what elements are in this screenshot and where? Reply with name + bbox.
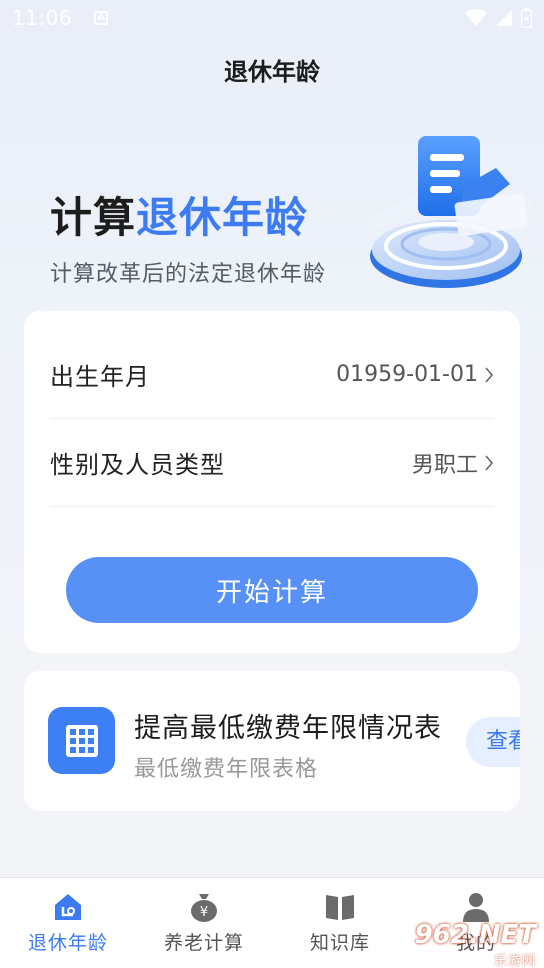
birth-date-row[interactable]: 出生年月 01959-01-01 bbox=[50, 331, 494, 419]
watermark-brand: 962.NET bbox=[414, 920, 536, 950]
hero-title: 计算退休年龄 bbox=[50, 184, 308, 245]
tab-pension-calc[interactable]: ¥ 养老计算 bbox=[136, 878, 272, 968]
birth-date-value: 01959-01-01 bbox=[336, 362, 478, 387]
birth-date-value-wrap: 01959-01-01 bbox=[336, 362, 494, 387]
wifi-icon bbox=[465, 9, 487, 26]
site-watermark: 962.NET 乐游网 bbox=[414, 920, 536, 968]
info-card-title: 提高最低缴费年限情况表 bbox=[134, 713, 442, 744]
chevron-right-icon bbox=[485, 366, 494, 383]
status-indicators bbox=[465, 8, 532, 28]
book-icon bbox=[326, 895, 354, 920]
svg-text:¥: ¥ bbox=[200, 905, 208, 920]
grid-icon bbox=[65, 724, 98, 757]
person-icon bbox=[463, 893, 489, 922]
money-bag-icon: ¥ bbox=[191, 894, 217, 922]
chevron-right-icon bbox=[485, 454, 494, 471]
tab-label: 养老计算 bbox=[163, 932, 244, 954]
gender-type-value-wrap: 男职工 bbox=[412, 447, 494, 479]
notification-icon: A bbox=[94, 11, 109, 25]
status-bar: 11:06 A bbox=[0, 0, 544, 36]
start-calculation-button[interactable]: 开始计算 bbox=[66, 557, 478, 623]
birth-date-label: 出生年月 bbox=[50, 363, 150, 391]
gender-type-row[interactable]: 性别及人员类型 男职工 bbox=[50, 419, 494, 507]
tab-label: 退休年龄 bbox=[27, 932, 108, 954]
retirement-form-card: 出生年月 01959-01-01 性别及人员类型 男职工 开始计算 bbox=[24, 311, 520, 653]
info-card-subtitle: 最低缴费年限表格 bbox=[134, 757, 319, 782]
table-icon bbox=[48, 707, 115, 774]
battery-icon bbox=[521, 8, 532, 28]
hero-subtitle: 计算改革后的法定退休年龄 bbox=[50, 262, 327, 287]
view-button[interactable]: 查看 bbox=[466, 717, 520, 767]
tab-retirement-age[interactable]: 退休年龄 bbox=[0, 878, 136, 968]
watermark-sub: 乐游网 bbox=[493, 954, 536, 968]
gender-type-label: 性别及人员类型 bbox=[50, 451, 225, 479]
hero-title-plain: 计算 bbox=[50, 193, 137, 242]
home-icon bbox=[55, 894, 81, 920]
document-ring-illustration-icon bbox=[368, 136, 536, 288]
hero-title-accent: 退休年龄 bbox=[136, 193, 309, 242]
tab-knowledge-base[interactable]: 知识库 bbox=[272, 878, 408, 968]
page-title: 退休年龄 bbox=[224, 58, 320, 86]
min-contribution-card[interactable]: 提高最低缴费年限情况表 最低缴费年限表格 查看 bbox=[24, 671, 520, 811]
gender-type-value: 男职工 bbox=[411, 452, 478, 478]
status-time: 11:06 bbox=[12, 6, 73, 30]
tab-label: 知识库 bbox=[309, 932, 370, 954]
signal-icon bbox=[496, 10, 512, 26]
